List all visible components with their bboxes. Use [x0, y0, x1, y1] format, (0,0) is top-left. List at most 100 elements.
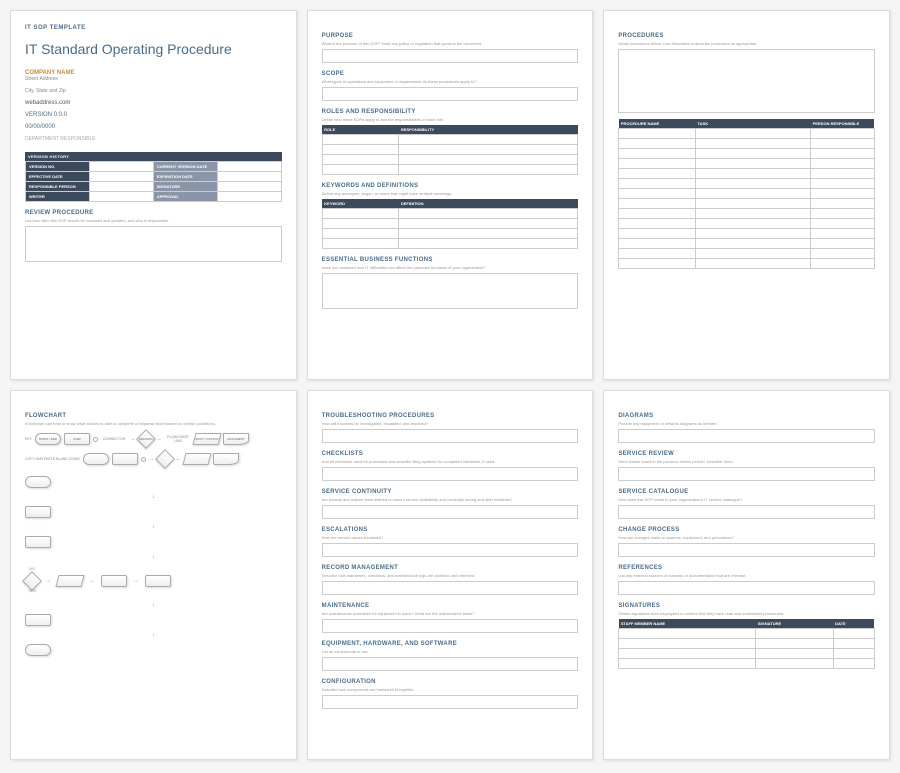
escalations-title: ESCALATIONS: [322, 527, 579, 533]
diagrams-box[interactable]: [618, 429, 875, 443]
roles-table[interactable]: ROLERESPONSIBILITY: [322, 125, 579, 175]
flow-step[interactable]: [25, 536, 51, 548]
address-line-2: City, State and Zip: [25, 88, 282, 94]
continuity-box[interactable]: [322, 505, 579, 519]
config-hint: Describe how components and networks fit…: [322, 687, 579, 692]
scope-hint: What types of operations and equipment o…: [322, 79, 579, 84]
flowchart-title: FLOWCHART: [25, 413, 282, 419]
decision-icon: DECISION: [136, 429, 156, 449]
ebf-title: ESSENTIAL BUSINESS FUNCTIONS: [322, 257, 579, 263]
step-icon: STEP: [64, 433, 90, 445]
review-input-box[interactable]: [25, 226, 282, 262]
flowchart-example: ↓ ↓ ↓ NO YES → → → ↓ ↓: [25, 476, 282, 656]
address-line-1: Street Address: [25, 76, 282, 82]
flow-step[interactable]: [101, 575, 127, 587]
flowchart-key-row: KEY START / END STEP CONNECTOR → DECISIO…: [25, 432, 282, 446]
signatures-table[interactable]: STAFF MEMBER NAMESIGNATUREDATE: [618, 619, 875, 669]
escalations-box[interactable]: [322, 543, 579, 557]
checklists-hint: Add all checklists used for processes an…: [322, 459, 579, 464]
template-header: IT SOP TEMPLATE: [25, 25, 282, 31]
copy-label: COPY AND PASTE BLANK ICONS: [25, 457, 80, 461]
blank-diamond-icon[interactable]: [155, 449, 175, 469]
procedures-hint: Detail procedures below. Use flowcharts …: [618, 41, 875, 46]
checklists-title: CHECKLISTS: [322, 451, 579, 457]
arrow-icon: →: [156, 436, 162, 442]
config-box[interactable]: [322, 695, 579, 709]
flow-step[interactable]: [25, 614, 51, 626]
change-hint: How are changes made to systems, equipme…: [618, 535, 875, 540]
roles-hint: Define who these SOPs apply to and the r…: [322, 117, 579, 122]
catalogue-hint: How does this SOP relate to your organiz…: [618, 497, 875, 502]
equipment-box[interactable]: [322, 657, 579, 671]
references-box[interactable]: [618, 581, 875, 595]
flow-end[interactable]: [25, 644, 51, 656]
catalogue-title: SERVICE CATALOGUE: [618, 489, 875, 495]
scope-title: SCOPE: [322, 71, 579, 77]
flow-step[interactable]: [145, 575, 171, 587]
change-title: CHANGE PROCESS: [618, 527, 875, 533]
review-section-title: REVIEW PROCEDURE: [25, 210, 282, 216]
service-review-hint: Were issues found in the previous review…: [618, 459, 875, 464]
roles-title: ROLES AND RESPONSIBILITY: [322, 109, 579, 115]
flow-step[interactable]: [25, 506, 51, 518]
metadata-table: VERSION NO.CURRENT VERSION DATE EFFECTIV…: [25, 161, 282, 202]
department: DEPARTMENT RESPONSIBLE: [25, 136, 282, 142]
procedures-box[interactable]: [618, 49, 875, 113]
keywords-table[interactable]: KEYWORDDEFINITION: [322, 199, 579, 249]
continuity-title: SERVICE CONTINUITY: [322, 489, 579, 495]
document-title: IT Standard Operating Procedure: [25, 41, 282, 58]
page-2: PURPOSE What is the purpose of this SOP?…: [307, 10, 594, 380]
blank-para-icon[interactable]: [182, 453, 211, 465]
page-1: IT SOP TEMPLATE IT Standard Operating Pr…: [10, 10, 297, 380]
escalations-hint: How are service issues escalated?: [322, 535, 579, 540]
blank-connector-icon[interactable]: [141, 457, 146, 462]
web-address: webaddress.com: [25, 100, 282, 106]
document-icon: DOCUMENT: [223, 433, 249, 445]
service-review-box[interactable]: [618, 467, 875, 481]
trouble-box[interactable]: [322, 429, 579, 443]
page-4: FLOWCHART A flowchart can help to show w…: [10, 390, 297, 760]
flow-start[interactable]: [25, 476, 51, 488]
flow-decision[interactable]: [22, 571, 42, 591]
procedures-table[interactable]: PROCEDURE NAMETASKPERSON RESPONSIBLE: [618, 119, 875, 269]
scope-box[interactable]: [322, 87, 579, 101]
flow-io[interactable]: [55, 575, 84, 587]
references-hint: List any external sources of manuals or …: [618, 573, 875, 578]
blank-doc-icon[interactable]: [213, 453, 239, 465]
ebf-box[interactable]: [322, 273, 579, 309]
maintenance-hint: Are maintenance schedules for equipment …: [322, 611, 579, 616]
page-5: TROUBLESHOOTING PROCEDURES How will inci…: [307, 390, 594, 760]
diagrams-hint: Provide any equipment or network diagram…: [618, 421, 875, 426]
purpose-hint: What is the purpose of this SOP? Note an…: [322, 41, 579, 46]
equipment-title: EQUIPMENT, HARDWARE, AND SOFTWARE: [322, 641, 579, 647]
version: VERSION 0.0.0: [25, 112, 282, 118]
checklists-box[interactable]: [322, 467, 579, 481]
signatures-hint: Obtain signatures from employees to conf…: [618, 611, 875, 616]
purpose-box[interactable]: [322, 49, 579, 63]
ebf-hint: Have you analyzed how IT difficulties ca…: [322, 265, 579, 270]
records-title: RECORD MANAGEMENT: [322, 565, 579, 571]
catalogue-box[interactable]: [618, 505, 875, 519]
references-title: REFERENCES: [618, 565, 875, 571]
continuity-hint: Are backup and restore tests defined to …: [322, 497, 579, 502]
change-box[interactable]: [618, 543, 875, 557]
start-end-icon: START / END: [35, 433, 61, 445]
records-hint: Describe how warranties, checklists, and…: [322, 573, 579, 578]
blank-rect-icon[interactable]: [112, 453, 138, 465]
procedures-title: PROCEDURES: [618, 33, 875, 39]
diagrams-title: DIAGRAMS: [618, 413, 875, 419]
connector-icon: [93, 437, 98, 442]
keywords-hint: Define any acronyms, jargon, or terms th…: [322, 191, 579, 196]
purpose-title: PURPOSE: [322, 33, 579, 39]
equipment-hint: List all components in use.: [322, 649, 579, 654]
trouble-title: TROUBLESHOOTING PROCEDURES: [322, 413, 579, 419]
service-review-title: SERVICE REVIEW: [618, 451, 875, 457]
records-box[interactable]: [322, 581, 579, 595]
maintenance-title: MAINTENANCE: [322, 603, 579, 609]
blank-round-icon[interactable]: [83, 453, 109, 465]
key-label: KEY: [25, 437, 32, 441]
signatures-title: SIGNATURES: [618, 603, 875, 609]
date: 00/00/0000: [25, 124, 282, 130]
maintenance-box[interactable]: [322, 619, 579, 633]
config-title: CONFIGURATION: [322, 679, 579, 685]
